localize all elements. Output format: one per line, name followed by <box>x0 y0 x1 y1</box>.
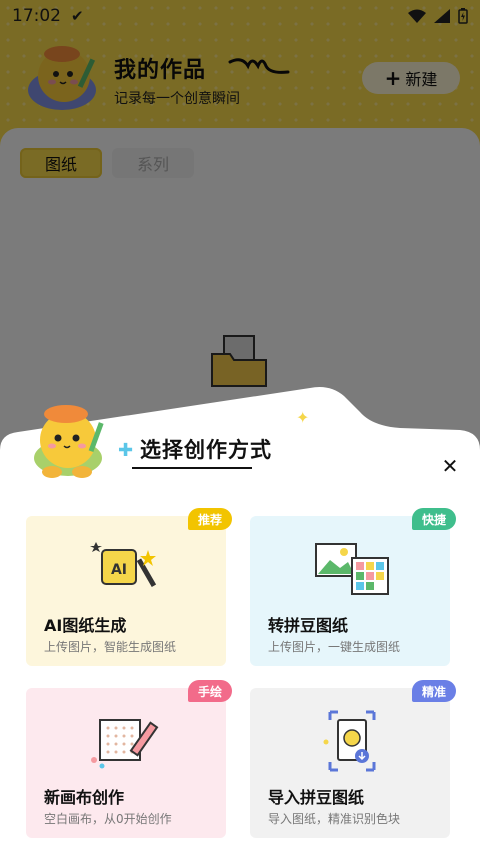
option-desc: 上传图片，一键生成图纸 <box>268 640 401 654</box>
title-underline <box>132 467 252 469</box>
badge-hand-drawn: 手绘 <box>187 680 232 702</box>
option-desc: 空白画布，从0开始创作 <box>44 812 172 826</box>
create-mode-sheet: ✚ ✦ 选择创作方式 ✕ 推荐 AI AI图纸生成 上传图片，智能生成图纸 快捷 <box>0 380 480 853</box>
import-file-icon <box>323 710 376 772</box>
ai-magic-icon: AI <box>90 542 157 587</box>
mascot-illustration-sheet <box>34 405 104 478</box>
sheet-title: 选择创作方式 <box>140 438 272 462</box>
image-to-bead-icon <box>315 543 389 595</box>
option-desc: 导入图纸，精准识别色块 <box>268 812 401 826</box>
svg-text:AI: AI <box>111 562 127 578</box>
close-icon[interactable]: ✕ <box>438 454 462 478</box>
badge-precise: 精准 <box>411 680 456 702</box>
option-desc: 上传图片，智能生成图纸 <box>44 640 177 654</box>
sparkle-icon: ✦ <box>296 408 310 427</box>
option-title: 导入拼豆图纸 <box>268 788 365 807</box>
option-import-bead[interactable]: 精准 导入拼豆图纸 导入图纸，精准识别色块 <box>250 680 456 838</box>
option-ai-drawing[interactable]: 推荐 AI AI图纸生成 上传图片，智能生成图纸 <box>26 508 232 666</box>
option-new-canvas[interactable]: 手绘 新画布创作 空白画布，从0开始创作 <box>26 680 232 838</box>
option-title: AI图纸生成 <box>44 616 127 635</box>
badge-quick: 快捷 <box>411 508 456 530</box>
sparkle-icon: ✚ <box>118 440 134 461</box>
canvas-pencil-icon <box>91 719 159 769</box>
option-convert-bead[interactable]: 快捷 转拼豆图纸 上传图片，一键生成图纸 <box>250 508 456 666</box>
option-title: 转拼豆图纸 <box>268 616 349 635</box>
badge-recommended: 推荐 <box>187 508 232 530</box>
option-title: 新画布创作 <box>44 788 125 807</box>
